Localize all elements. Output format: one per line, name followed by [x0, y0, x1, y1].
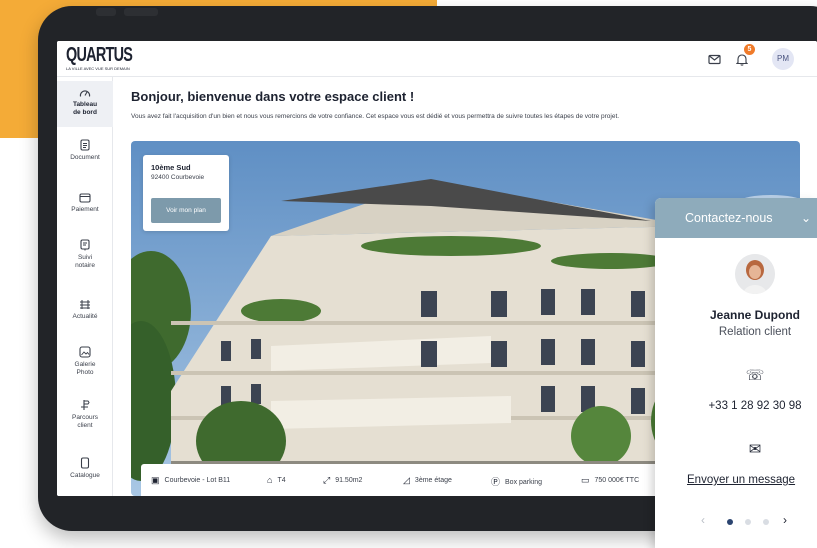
sidebar-item-label: Photo [76, 369, 94, 376]
quartus-logo[interactable]: QUARTUS LA VILLE AVEC VUE SUR DEMAIN [66, 44, 133, 74]
parking-icon: Ⓟ [491, 477, 501, 487]
sidebar-item-label: Paiement [71, 206, 99, 213]
spec-item: ▭ 750 000€ TTC [581, 475, 639, 486]
notary-icon [57, 239, 113, 254]
document-icon [57, 139, 113, 154]
user-avatar[interactable]: PM [772, 48, 794, 70]
contact-header[interactable]: Contactez-nous ⌄ [655, 198, 817, 238]
spec-text: 750 000€ TTC [594, 477, 640, 484]
home-icon: ⌂ [267, 475, 273, 485]
sidebar-item-label: Galerie [74, 361, 96, 368]
notification-badge: 5 [744, 44, 755, 55]
contact-name: Jeanne Dupond [709, 308, 800, 322]
sidebar-item-catalogue[interactable]: Catalogue [57, 457, 113, 480]
sidebar-item-label: Actualité [72, 313, 98, 320]
wallet-icon [57, 192, 113, 206]
gauge-icon [57, 87, 113, 101]
sidebar-item-label: Catalogue [70, 472, 100, 479]
mail-icon[interactable] [705, 50, 723, 68]
chevron-right-icon[interactable]: › [783, 513, 787, 527]
spec-text: T4 [277, 477, 286, 484]
spec-text: 91.50m2 [335, 477, 363, 484]
spec-text: Box parking [505, 479, 542, 486]
news-icon [57, 299, 113, 313]
surface-icon: ⤢ [323, 475, 331, 485]
send-message-link[interactable]: Envoyer un message [687, 474, 795, 486]
sidebar-item-label: Document [70, 154, 100, 161]
carousel-dot[interactable] [745, 519, 751, 525]
price-icon: ▭ [581, 475, 590, 485]
journey-icon [57, 399, 113, 414]
contact-title: Contactez-nous [685, 211, 773, 225]
sidebar-item-paiement[interactable]: Paiement [57, 192, 113, 214]
sidebar-nav: Tableau de bord Document Paiement Suivi [57, 77, 113, 496]
property-name: 10ème Sud [151, 163, 191, 172]
mail-icon: ✉ [748, 441, 762, 458]
spec-text: 3ème étage [414, 477, 452, 484]
app-header: QUARTUS LA VILLE AVEC VUE SUR DEMAIN 5 P… [57, 41, 817, 77]
carousel-dot[interactable] [763, 519, 769, 525]
spec-item: ⤢ 91.50m2 [323, 475, 362, 486]
spec-item: ▣ Courbevoie - Lot B11 [151, 475, 230, 486]
catalogue-icon [57, 457, 113, 472]
sidebar-item-label: client [77, 422, 93, 429]
sidebar-item-galerie-photo[interactable]: Galerie Photo [57, 346, 113, 377]
property-city: 92400 Courbevoie [151, 174, 205, 181]
sidebar-item-actualite[interactable]: Actualité [57, 299, 113, 321]
spec-item: Ⓟ Box parking [491, 475, 542, 488]
chevron-left-icon[interactable]: ‹ [701, 513, 705, 527]
logo-tagline: LA VILLE AVEC VUE SUR DEMAIN [66, 66, 130, 71]
tablet-button [124, 8, 158, 16]
spec-item: ⌂ T4 [267, 475, 286, 485]
welcome-title: Bonjour, bienvenue dans votre espace cli… [131, 89, 415, 104]
sidebar-item-label: de bord [73, 109, 97, 116]
phone-icon: ☏ [745, 367, 765, 384]
contact-role: Relation client [718, 326, 792, 338]
property-card: 10ème Sud 92400 Courbevoie Voir mon plan [143, 155, 229, 231]
photo-icon [57, 346, 113, 361]
building-icon: ▣ [151, 475, 160, 485]
sidebar-item-label: Tableau [72, 101, 98, 108]
tablet-button [96, 8, 116, 16]
welcome-intro: Vous avez fait l'acquisition d'un bien e… [131, 113, 620, 120]
view-plan-button[interactable]: Voir mon plan [151, 198, 221, 223]
sidebar-item-suivi-notaire[interactable]: Suivi notaire [57, 239, 113, 270]
spec-text: Courbevoie - Lot B11 [164, 477, 231, 484]
stairs-icon: ◿ [403, 475, 410, 485]
contact-phone[interactable]: +33 1 28 92 30 98 [655, 400, 817, 412]
sidebar-item-parcours-client[interactable]: Parcours client [57, 399, 113, 430]
sidebar-item-document[interactable]: Document [57, 139, 113, 162]
contact-avatar [735, 254, 775, 294]
spec-item: ◿ 3ème étage [403, 475, 452, 486]
marketing-stage: QUARTUS LA VILLE AVEC VUE SUR DEMAIN 5 P… [0, 0, 817, 548]
logo-wordmark: QUARTUS [66, 44, 133, 66]
contact-panel: Contactez-nous ⌄ Jeanne Dupond Relation … [655, 198, 817, 548]
chevron-down-icon[interactable]: ⌄ [801, 198, 811, 238]
sidebar-item-label: notaire [75, 262, 95, 269]
sidebar-item-tableau-de-bord[interactable]: Tableau de bord [57, 81, 113, 127]
contact-carousel-nav: ‹ › [701, 513, 817, 529]
sidebar-item-label: Parcours [71, 414, 98, 421]
sidebar-item-label: Suivi [77, 254, 93, 261]
carousel-dot[interactable] [727, 519, 733, 525]
